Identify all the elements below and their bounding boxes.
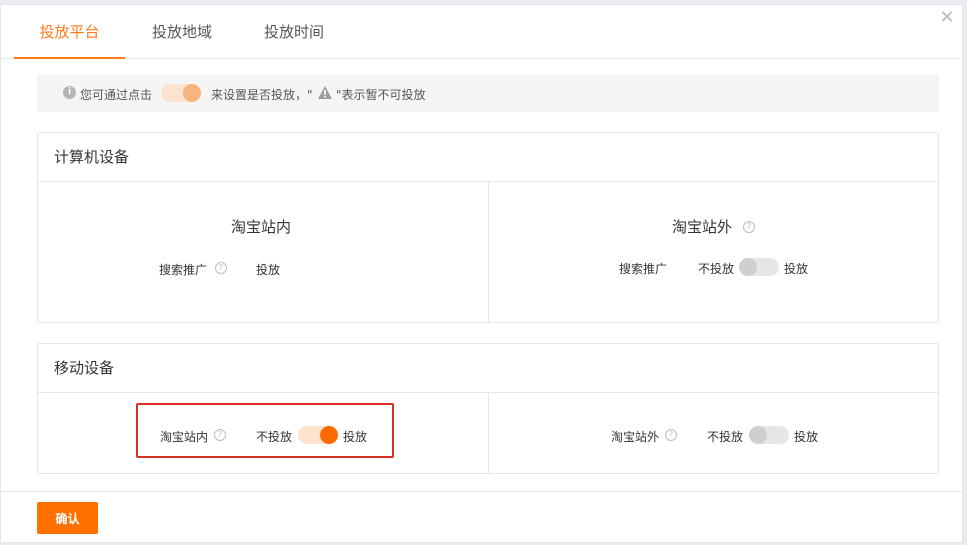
desktop-outside-toggle[interactable] — [739, 258, 779, 276]
help-icon[interactable]: ? — [743, 221, 755, 233]
toggle-knob — [183, 84, 201, 102]
desktop-outside-label: 搜索推广 — [619, 262, 668, 276]
help-icon[interactable]: ? — [215, 262, 227, 274]
tip-text-after: "表示暂不可投放 — [336, 88, 426, 102]
desktop-inside-label: 搜索推广 — [159, 263, 208, 277]
warning-icon — [317, 85, 333, 103]
desktop-outside-title: 淘宝站外 — [672, 218, 733, 236]
mobile-outside-label: 淘宝站外 — [611, 430, 660, 444]
tab-bar: 投放平台 投放地域 投放时间 — [1, 5, 962, 59]
confirm-button[interactable]: 确认 — [37, 502, 98, 534]
tip-text-before: 您可通过点击 — [80, 88, 153, 102]
toggle-knob — [739, 258, 757, 276]
desktop-inside-status: 投放 — [256, 263, 281, 277]
desktop-inside-title: 淘宝站内 — [231, 218, 292, 236]
mobile-outside-toggle[interactable] — [749, 426, 789, 444]
mobile-section-title: 移动设备 — [54, 359, 115, 377]
tab-time[interactable]: 投放时间 — [247, 5, 341, 59]
tab-region[interactable]: 投放地域 — [135, 5, 229, 59]
tab-platform[interactable]: 投放平台 — [14, 5, 125, 59]
tip-text-middle: 来设置是否投放，" — [211, 88, 313, 102]
divider — [1, 491, 962, 492]
mobile-outside-on-label: 投放 — [794, 430, 819, 444]
toggle-knob — [749, 426, 767, 444]
tip-bar: i 您可通过点击 来设置是否投放，" "表示暂不可投放 — [37, 74, 939, 112]
desktop-outside-off-label: 不投放 — [698, 262, 735, 276]
desktop-section: 计算机设备 淘宝站内 搜索推广 ? 投放 淘宝站外 ? 搜索推广 不投放 投放 — [37, 132, 939, 323]
toggle-example — [161, 84, 201, 102]
info-icon: i — [63, 86, 76, 99]
desktop-section-title: 计算机设备 — [54, 148, 130, 166]
desktop-outside-on-label: 投放 — [784, 262, 809, 276]
help-icon[interactable]: ? — [665, 429, 677, 441]
highlight-box — [136, 403, 394, 458]
divider — [488, 393, 489, 473]
divider — [488, 182, 489, 322]
platform-dialog: ✕ 投放平台 投放地域 投放时间 i 您可通过点击 来设置是否投放，" "表示暂… — [0, 4, 963, 543]
mobile-outside-off-label: 不投放 — [707, 430, 744, 444]
